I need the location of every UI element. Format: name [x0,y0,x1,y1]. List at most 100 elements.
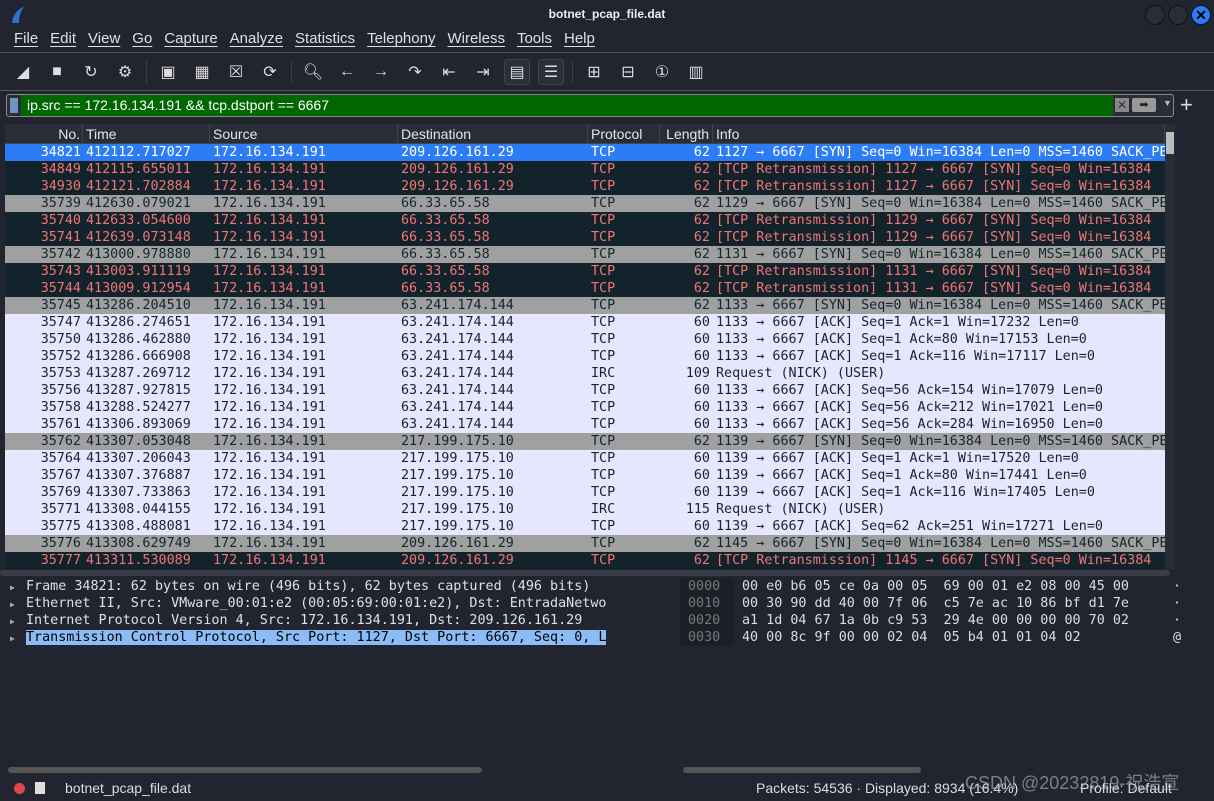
start-capture-icon[interactable]: ◢ [10,59,36,85]
table-row[interactable]: 35777 413311.530089 172.16.134.191 209.126.… [5,552,1165,569]
minimize-button[interactable] [1145,5,1165,25]
table-row[interactable]: 35776 413308.629749 172.16.134.191 209.126.… [5,535,1165,552]
bytes-ascii[interactable]: · [1173,578,1181,595]
go-forward-icon[interactable]: → [368,59,394,85]
clear-filter-button[interactable]: ✕ [1115,98,1129,112]
detail-tree-item[interactable]: ▶ Transmission Control Protocol, Src Port… [0,629,676,646]
column-header-no[interactable]: No. [5,124,83,143]
menu-view[interactable]: View [82,30,126,52]
column-header-destination[interactable]: Destination [398,124,588,143]
table-row[interactable]: 35764 413307.206043 172.16.134.191 217.199.… [5,450,1165,467]
table-row[interactable]: 35769 413307.733863 172.16.134.191 217.199.… [5,484,1165,501]
column-header-time[interactable]: Time [83,124,210,143]
details-hscrollbar[interactable] [8,767,482,773]
find-packet-icon[interactable]: 🔍︎ [300,59,326,85]
table-row[interactable]: 35743 413003.911119 172.16.134.191 66.33.65… [5,263,1165,280]
bytes-ascii[interactable]: @ [1173,629,1181,646]
close-file-icon[interactable]: ☒ [223,59,249,85]
menu-capture[interactable]: Capture [158,30,223,52]
reload-file-icon[interactable]: ⟳ [257,59,283,85]
detail-tree-item[interactable]: ▶ Frame 34821: 62 bytes on wire (496 bits… [0,578,676,595]
column-header-info[interactable]: Info [713,124,1165,143]
packet-protocol: IRC [591,366,616,381]
table-row[interactable]: 35750 413286.462880 172.16.134.191 63.241.1… [5,331,1165,348]
capture-options-icon[interactable]: ⚙ [112,59,138,85]
table-row[interactable]: 35771 413308.044155 172.16.134.191 217.199.… [5,501,1165,518]
table-row[interactable]: 35744 413009.912954 172.16.134.191 66.33.65… [5,280,1165,297]
autoscroll-icon[interactable]: ▤ [504,58,530,85]
colorize-icon[interactable]: ☰ [538,58,564,85]
table-row[interactable]: 35761 413306.893069 172.16.134.191 63.241.1… [5,416,1165,433]
bytes-ascii[interactable]: · [1173,595,1181,612]
menu-tools[interactable]: Tools [511,30,558,52]
column-header-protocol[interactable]: Protocol [588,124,660,143]
zoom-in-icon[interactable]: ⊞ [581,59,607,85]
menu-statistics[interactable]: Statistics [289,30,361,52]
save-file-icon[interactable]: ▦ [189,59,215,85]
go-back-icon[interactable]: ← [334,59,360,85]
zoom-out-icon[interactable]: ⊟ [615,59,641,85]
bytes-hex[interactable]: a1 1d 04 67 1a 0b c9 53 29 4e 00 00 00 0… [733,612,1173,629]
menu-help[interactable]: Help [558,30,601,52]
menu-wireless[interactable]: Wireless [441,30,511,52]
table-row[interactable]: 35756 413287.927815 172.16.134.191 63.241.1… [5,382,1165,399]
display-filter-input[interactable]: ip.src == 172.16.134.191 && tcp.dstport … [6,94,1174,117]
apply-filter-button[interactable]: ➡ [1132,98,1156,112]
resize-columns-icon[interactable]: ▥ [683,59,709,85]
expert-info-icon[interactable] [14,782,25,794]
table-row[interactable]: 34930 412121.702884 172.16.134.191 209.126.… [5,178,1165,195]
table-row[interactable]: 35752 413286.666908 172.16.134.191 63.241.1… [5,348,1165,365]
bookmark-icon[interactable] [10,98,18,113]
menu-file[interactable]: File [8,30,44,52]
maximize-button[interactable] [1168,5,1188,25]
bytes-ascii[interactable]: · [1173,612,1181,629]
bytes-hex[interactable]: 00 e0 b6 05 ce 0a 00 05 69 00 01 e2 08 0… [733,578,1173,595]
detail-tree-item[interactable]: ▶ Ethernet II, Src: VMware_00:01:e2 (00:0… [0,595,676,612]
menu-go[interactable]: Go [126,30,158,52]
table-row[interactable]: 35740 412633.054600 172.16.134.191 66.33.65… [5,212,1165,229]
restart-capture-icon[interactable]: ↻ [78,59,104,85]
table-row[interactable]: 35741 412639.073148 172.16.134.191 66.33.65… [5,229,1165,246]
table-row[interactable]: 35753 413287.269712 172.16.134.191 63.241.1… [5,365,1165,382]
column-header-source[interactable]: Source [210,124,398,143]
filter-history-dropdown[interactable]: ▼ [1163,98,1172,108]
close-button[interactable]: ✕ [1191,5,1211,25]
bytes-hscrollbar[interactable] [683,767,921,773]
column-header-length[interactable]: Length [660,124,713,143]
open-file-icon[interactable]: ▣ [155,59,181,85]
bytes-hex[interactable]: 00 30 90 dd 40 00 7f 06 c5 7e ac 10 86 b… [733,595,1173,612]
table-row[interactable]: 34821 412112.717027 172.16.134.191 209.126.… [5,144,1165,161]
menu-analyze[interactable]: Analyze [224,30,289,52]
first-packet-icon[interactable]: ⇤ [436,59,462,85]
expand-arrow-icon[interactable]: ▶ [10,613,26,629]
packet-time: 413003.911119 [86,264,191,279]
capture-comment-icon[interactable] [35,782,45,794]
packet-list-scrollbar[interactable] [1165,124,1175,569]
add-filter-button[interactable]: + [1180,92,1193,118]
packet-number: 35769 [40,485,81,500]
table-row[interactable]: 35747 413286.274651 172.16.134.191 63.241.1… [5,314,1165,331]
table-row[interactable]: 35767 413307.376887 172.16.134.191 217.199.… [5,467,1165,484]
go-to-packet-icon[interactable]: ↷ [402,59,428,85]
detail-tree-item[interactable]: ▶ Internet Protocol Version 4, Src: 172.1… [0,612,676,629]
expand-arrow-icon[interactable]: ▶ [10,579,26,595]
table-row[interactable]: 35762 413307.053048 172.16.134.191 217.199.… [5,433,1165,450]
bytes-hex[interactable]: 40 00 8c 9f 00 00 02 04 05 b4 01 01 04 0… [733,629,1173,646]
table-row[interactable]: 35775 413308.488081 172.16.134.191 217.199.… [5,518,1165,535]
packet-length: 62 [693,536,710,551]
menu-edit[interactable]: Edit [44,30,82,52]
pane-splitter[interactable] [0,570,1170,576]
expand-arrow-icon[interactable]: ▶ [10,630,26,646]
stop-capture-icon[interactable]: ■ [44,59,70,85]
table-row[interactable]: 35739 412630.079021 172.16.134.191 66.33.65… [5,195,1165,212]
table-row[interactable]: 35745 413286.204510 172.16.134.191 63.241.1… [5,297,1165,314]
packet-protocol: TCP [591,417,616,432]
filter-text[interactable]: ip.src == 172.16.134.191 && tcp.dstport … [21,95,1113,116]
last-packet-icon[interactable]: ⇥ [470,59,496,85]
menu-telephony[interactable]: Telephony [361,30,441,52]
normal-size-icon[interactable]: ① [649,59,675,85]
table-row[interactable]: 35742 413000.978880 172.16.134.191 66.33.65… [5,246,1165,263]
table-row[interactable]: 34849 412115.655011 172.16.134.191 209.126.… [5,161,1165,178]
expand-arrow-icon[interactable]: ▶ [10,596,26,612]
table-row[interactable]: 35758 413288.524277 172.16.134.191 63.241.1… [5,399,1165,416]
